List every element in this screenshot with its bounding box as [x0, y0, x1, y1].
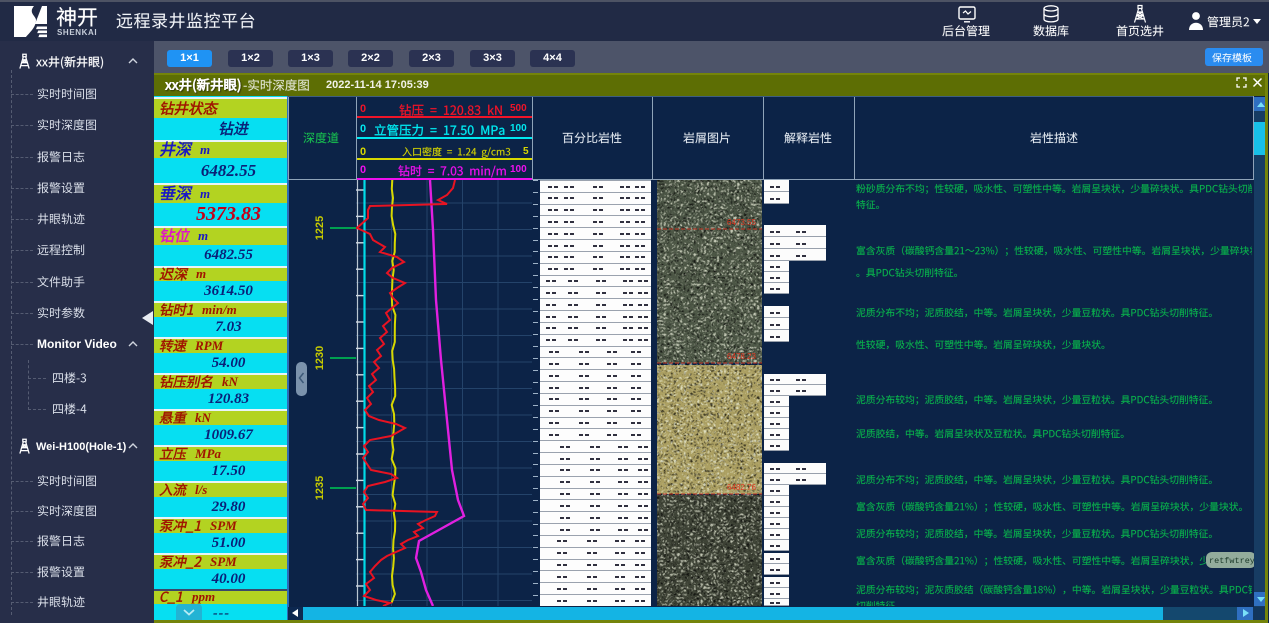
svg-text:6473.55: 6473.55: [727, 218, 756, 227]
svg-text:6482.76: 6482.76: [727, 483, 756, 492]
svg-text:6478.23: 6478.23: [727, 352, 756, 361]
